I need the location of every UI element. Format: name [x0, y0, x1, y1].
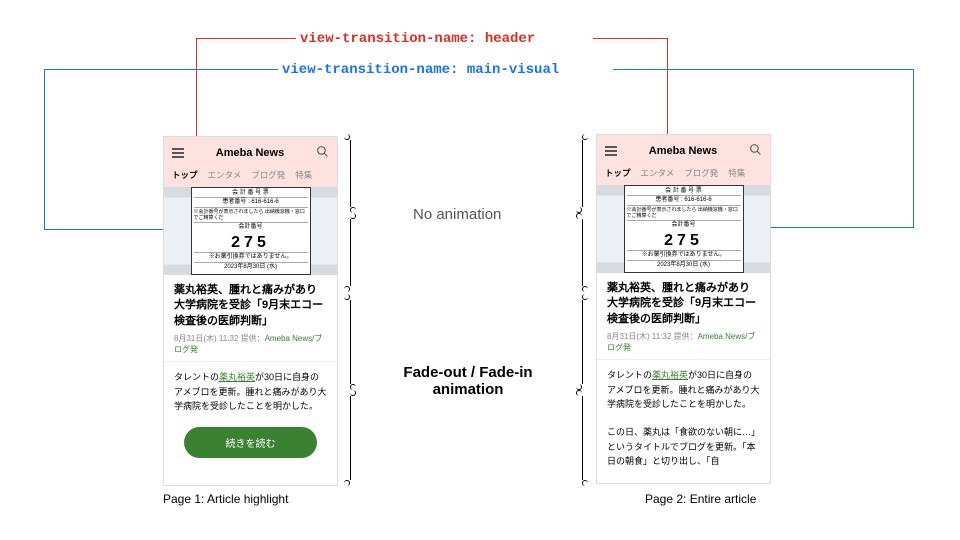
hamburger-icon[interactable]	[172, 148, 184, 158]
blue-line	[913, 69, 914, 227]
tab[interactable]: 特集	[295, 169, 312, 181]
tab[interactable]: ブログ発	[251, 169, 285, 181]
tab[interactable]: エンタメ	[641, 167, 675, 179]
caption-page1: Page 1: Article highlight	[163, 492, 288, 506]
article-title: 薬丸裕英、腫れと痛みがあり大学病院を受診「9月末エコー検査後の医師判断」	[164, 275, 337, 333]
phone-page1: Ameba News トップ エンタメ ブログ発 特集 会 計 番 号 票 患者…	[163, 136, 338, 486]
inline-link[interactable]: 薬丸裕英	[652, 370, 688, 380]
label-vt-main-visual: view-transition-name: main-visual	[282, 62, 559, 78]
phone-header: Ameba News トップ エンタメ ブログ発 特集	[164, 137, 337, 187]
tab[interactable]: エンタメ	[208, 169, 242, 181]
blue-line	[44, 69, 45, 229]
phone-header: Ameba News トップ エンタメ ブログ発 特集	[597, 135, 770, 185]
search-icon[interactable]	[749, 143, 762, 159]
inline-link[interactable]: 薬丸裕英	[219, 372, 255, 382]
red-line	[196, 38, 296, 39]
nav-tabs[interactable]: トップ エンタメ ブログ発 特集	[597, 163, 770, 185]
blue-line	[44, 229, 163, 230]
blue-line	[771, 227, 914, 228]
read-more-button[interactable]: 続きを読む	[184, 427, 317, 458]
tab[interactable]: ブログ発	[684, 167, 718, 179]
blue-line	[613, 69, 913, 70]
red-line	[196, 38, 197, 143]
red-line	[667, 38, 668, 141]
article-title: 薬丸裕英、腫れと痛みがあり大学病院を受診「9月末エコー検査後の医師判断」	[597, 273, 770, 331]
phone-page2: Ameba News トップ エンタメ ブログ発 特集 会 計 番 号 票 患者…	[596, 134, 771, 484]
red-line	[593, 38, 667, 39]
nav-tabs[interactable]: トップ エンタメ ブログ発 特集	[164, 165, 337, 187]
label-vt-header: view-transition-name: header	[300, 31, 535, 47]
article-body: タレントの薬丸裕英が30日に自身のアメブロを更新。腫れと痛みがあり大学病院を受診…	[164, 361, 337, 421]
article-meta: 8月31日(木) 11:32 提供：Ameba News/ブログ発	[597, 331, 770, 359]
article-continued: この日、薬丸は「食欲のない朝に…」というタイトルでブログを更新。「本日の朝食」と…	[597, 419, 770, 468]
tab[interactable]: 特集	[728, 167, 745, 179]
article-meta: 8月31日(木) 11:32 提供：Ameba News/ブログ発	[164, 333, 337, 361]
search-icon[interactable]	[316, 145, 329, 161]
tab[interactable]: トップ	[605, 167, 631, 179]
site-logo[interactable]: Ameba News	[649, 145, 717, 157]
tab[interactable]: トップ	[172, 169, 198, 181]
ticket-image: 会 計 番 号 票 患者番号 : 616-616-6 ※会計番号が表示されました…	[191, 187, 311, 275]
ticket-image: 会 計 番 号 票 患者番号 : 616-616-6 ※会計番号が表示されました…	[624, 185, 744, 273]
main-visual: 会 計 番 号 票 患者番号 : 616-616-6 ※会計番号が表示されました…	[597, 185, 770, 273]
site-logo[interactable]: Ameba News	[216, 147, 284, 159]
main-visual: 会 計 番 号 票 患者番号 : 616-616-6 ※会計番号が表示されました…	[164, 187, 337, 275]
blue-line	[44, 69, 278, 70]
annotation-fade-animation: Fade-out / Fade-in animation	[388, 364, 548, 398]
hamburger-icon[interactable]	[605, 146, 617, 156]
article-body: タレントの薬丸裕英が30日に自身のアメブロを更新。腫れと痛みがあり大学病院を受診…	[597, 359, 770, 419]
caption-page2: Page 2: Entire article	[645, 492, 756, 506]
annotation-no-animation: No animation	[413, 206, 501, 223]
